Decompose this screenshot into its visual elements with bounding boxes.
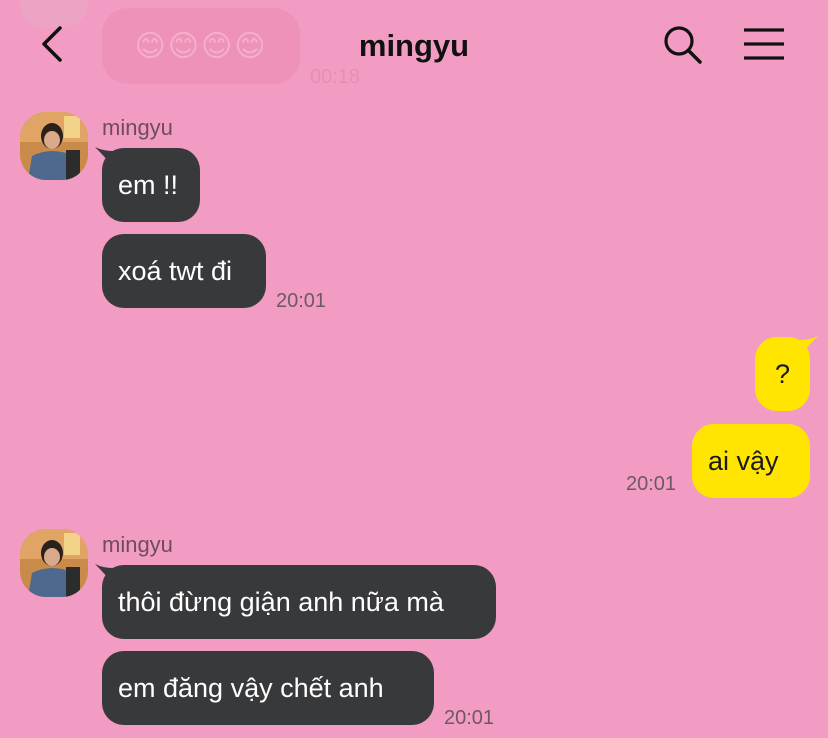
avatar-photo [20, 529, 88, 597]
chat-header: mingyu [0, 0, 828, 90]
avatar[interactable] [20, 112, 88, 180]
incoming-message[interactable]: em đăng vậy chết anh [102, 651, 434, 725]
sender-name: mingyu [102, 532, 173, 557]
menu-button[interactable] [740, 24, 788, 66]
incoming-message[interactable]: em !! [102, 148, 200, 222]
outgoing-message[interactable]: ? [755, 337, 810, 411]
incoming-message[interactable]: xoá twt đi [102, 234, 266, 308]
message-timestamp: 20:01 [444, 707, 495, 729]
search-icon [664, 26, 702, 64]
message-timestamp: 20:01 [626, 473, 677, 495]
avatar-photo [20, 112, 88, 180]
message-timestamp: 20:01 [276, 290, 327, 312]
outgoing-message[interactable]: ai vậy [692, 424, 810, 498]
sender-name: mingyu [102, 115, 173, 140]
incoming-message[interactable]: thôi đừng giận anh nữa mà [102, 565, 496, 639]
search-button[interactable] [662, 24, 704, 66]
avatar[interactable] [20, 529, 88, 597]
hamburger-menu-icon [744, 28, 784, 60]
